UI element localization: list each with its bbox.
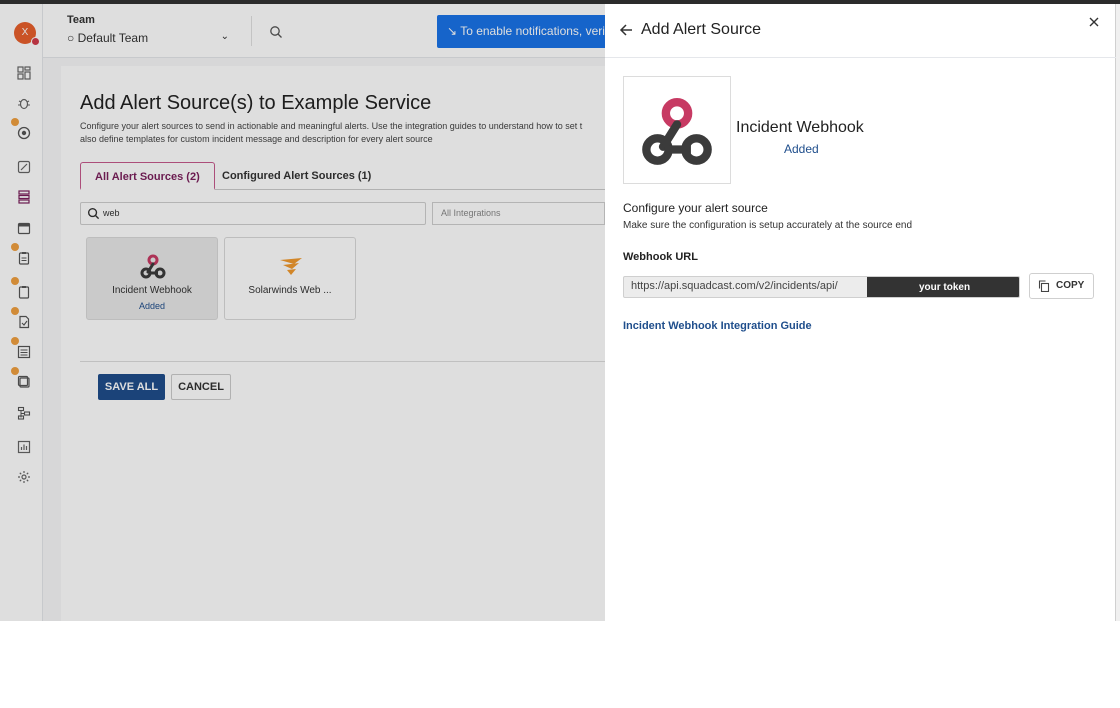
- integration-name: Incident Webhook: [736, 119, 864, 136]
- copy-label: COPY: [1056, 280, 1085, 291]
- add-alert-source-panel: Add Alert Source Incident Webhook Added …: [605, 4, 1116, 621]
- window-edge: [1116, 4, 1120, 621]
- webhook-icon: [642, 97, 712, 165]
- panel-header: Add Alert Source: [605, 4, 1116, 58]
- panel-title: Add Alert Source: [641, 21, 762, 38]
- copy-button[interactable]: COPY: [1029, 273, 1094, 299]
- token-mask: your token: [867, 277, 1019, 297]
- config-subtitle: Make sure the configuration is setup acc…: [623, 220, 913, 231]
- webhook-url-value: https://api.squadcast.com/v2/incidents/a…: [631, 280, 838, 292]
- app-window: X Team ○ Default Team ⌄ ↘ To enable noti…: [0, 0, 1120, 621]
- config-title: Configure your alert source: [623, 201, 768, 215]
- integration-guide-link[interactable]: Incident Webhook Integration Guide: [623, 320, 812, 332]
- arrow-left-icon[interactable]: [619, 23, 633, 37]
- integration-status: Added: [784, 142, 819, 156]
- copy-icon: [1038, 280, 1050, 292]
- close-icon[interactable]: [1088, 15, 1100, 27]
- modal-backdrop[interactable]: [0, 4, 605, 621]
- integration-logo: [623, 76, 731, 184]
- webhook-url-field[interactable]: https://api.squadcast.com/v2/incidents/a…: [623, 276, 1020, 298]
- webhook-url-label: Webhook URL: [623, 251, 698, 263]
